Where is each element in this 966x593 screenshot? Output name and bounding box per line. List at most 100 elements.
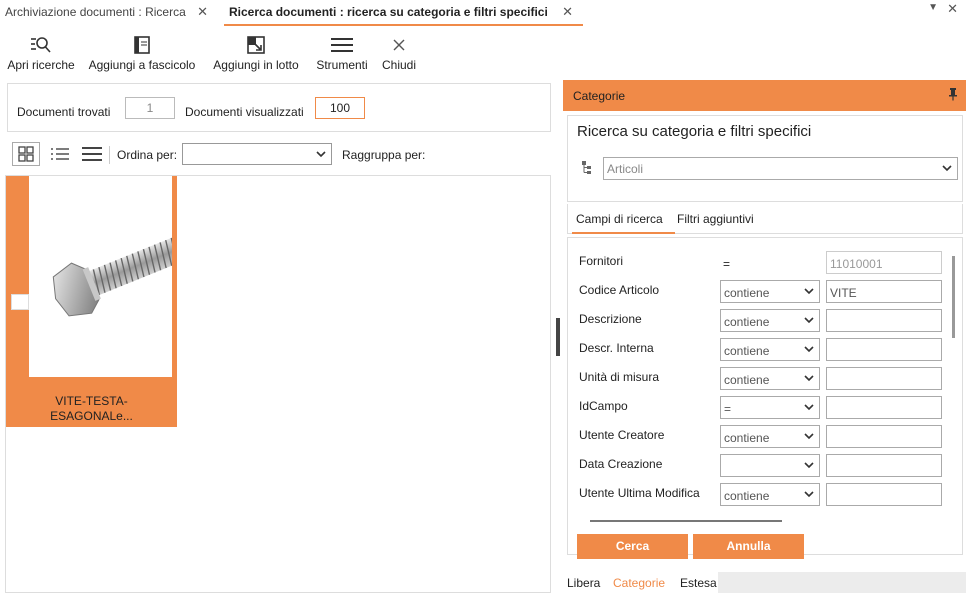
tab-strip-background bbox=[718, 572, 966, 593]
grid-view-button[interactable] bbox=[12, 142, 40, 166]
chiudi-button[interactable]: Chiudi bbox=[378, 34, 420, 74]
aggiungi-lotto-button[interactable]: Aggiungi in lotto bbox=[209, 34, 303, 74]
document-counts: Documenti trovati 1 Documenti visualizza… bbox=[7, 83, 551, 132]
search-list-icon bbox=[6, 34, 76, 56]
tree-icon bbox=[582, 161, 591, 174]
chevron-down-icon bbox=[804, 491, 814, 498]
search-field-row: Fornitori = 11010001 bbox=[568, 251, 944, 275]
search-field-row: IdCampo = bbox=[568, 396, 944, 420]
binder-icon bbox=[86, 34, 198, 56]
category-select[interactable]: Articoli bbox=[603, 157, 958, 180]
operator-text: = bbox=[723, 257, 731, 271]
documenti-visualizzati-label: Documenti visualizzati bbox=[185, 105, 304, 119]
operator-value: contiene bbox=[724, 431, 770, 445]
tab-estesa[interactable]: Estesa bbox=[680, 576, 717, 590]
list-view-button[interactable] bbox=[46, 142, 74, 166]
results-grid: VITE-TESTA- ESAGONALe... bbox=[5, 175, 551, 593]
field-value-input: 11010001 bbox=[826, 251, 942, 274]
field-value-input[interactable]: VITE bbox=[826, 280, 942, 303]
chiudi-label: Chiudi bbox=[381, 58, 417, 72]
panel-splitter-handle[interactable] bbox=[556, 318, 560, 356]
field-value-input[interactable] bbox=[826, 396, 942, 419]
field-label: Codice Articolo bbox=[579, 283, 660, 297]
field-value-input[interactable] bbox=[826, 338, 942, 361]
search-fields-list: Fornitori = 11010001 Codice Articolo contien… bbox=[567, 237, 963, 555]
batch-add-icon bbox=[209, 34, 303, 56]
strumenti-button[interactable]: Strumenti bbox=[313, 34, 371, 74]
documenti-visualizzati-field[interactable]: 100 bbox=[315, 97, 365, 119]
search-field-row: Unità di misura contiene bbox=[568, 367, 944, 391]
document-thumbnail[interactable] bbox=[29, 176, 172, 377]
operator-select[interactable]: contiene bbox=[720, 425, 820, 448]
chevron-down-icon bbox=[316, 151, 326, 158]
chevron-down-icon bbox=[804, 346, 814, 353]
pin-icon[interactable] bbox=[948, 87, 958, 101]
apri-ricerche-button[interactable]: Apri ricerche bbox=[6, 34, 76, 74]
chevron-down-icon bbox=[804, 404, 814, 411]
field-value-input[interactable] bbox=[826, 309, 942, 332]
horizontal-scrollbar[interactable] bbox=[590, 520, 782, 522]
detail-view-button[interactable] bbox=[78, 142, 106, 166]
search-field-row: Utente Creatore contiene bbox=[568, 425, 944, 449]
operator-select[interactable]: contiene bbox=[720, 483, 820, 506]
operator-select[interactable]: contiene bbox=[720, 309, 820, 332]
field-label: Utente Ultima Modifica bbox=[579, 486, 700, 500]
aggiungi-lotto-label: Aggiungi in lotto bbox=[213, 58, 299, 72]
field-value-input[interactable] bbox=[826, 454, 942, 477]
field-value: 11010001 bbox=[830, 257, 883, 271]
documenti-trovati-field: 1 bbox=[125, 97, 175, 119]
operator-value: = bbox=[724, 402, 732, 416]
tab-categorie[interactable]: Categorie bbox=[613, 576, 665, 590]
operator-select[interactable]: contiene bbox=[720, 338, 820, 361]
field-value-input[interactable] bbox=[826, 367, 942, 390]
field-label: Data Creazione bbox=[579, 457, 663, 471]
field-label: Fornitori bbox=[579, 254, 624, 268]
tab-ricerca-categoria[interactable]: Ricerca documenti : ricerca su categoria… bbox=[224, 0, 583, 26]
tab-archiviazione-ricerca[interactable]: Archiviazione documenti : Ricerca ✕ bbox=[0, 0, 218, 26]
annulla-button[interactable]: Annulla bbox=[693, 534, 804, 559]
result-card[interactable]: VITE-TESTA- ESAGONALe... bbox=[6, 176, 177, 427]
operator-value: contiene bbox=[724, 315, 770, 329]
chevron-down-icon bbox=[942, 165, 952, 172]
hamburger-icon bbox=[313, 34, 371, 56]
chevron-down-icon bbox=[804, 317, 814, 324]
category-selector-box: Ricerca su categoria e filtri specifici … bbox=[567, 115, 963, 202]
field-value-input[interactable] bbox=[826, 483, 942, 506]
aggiungi-fascicolo-label: Aggiungi a fascicolo bbox=[88, 58, 196, 72]
operator-value: contiene bbox=[724, 373, 770, 387]
search-field-row: Utente Ultima Modifica contiene bbox=[568, 483, 944, 507]
field-label: IdCampo bbox=[579, 399, 628, 413]
search-actions: Cerca Annulla bbox=[567, 532, 963, 564]
close-icon[interactable]: ✕ bbox=[562, 0, 573, 24]
raggruppa-per-label: Raggruppa per: bbox=[342, 148, 426, 162]
cerca-button[interactable]: Cerca bbox=[577, 534, 688, 559]
search-mode-tabs: Libera Categorie Estesa bbox=[563, 572, 718, 593]
field-label: Descrizione bbox=[579, 312, 642, 326]
ordina-per-select[interactable] bbox=[182, 143, 332, 165]
aggiungi-fascicolo-button[interactable]: Aggiungi a fascicolo bbox=[86, 34, 198, 74]
vertical-scrollbar[interactable] bbox=[952, 256, 955, 338]
screw-image bbox=[52, 231, 172, 317]
tab-libera[interactable]: Libera bbox=[567, 576, 600, 590]
operator-select[interactable]: contiene bbox=[720, 367, 820, 390]
grid-view-icon bbox=[18, 146, 34, 162]
caption-line: VITE-TESTA- bbox=[55, 394, 128, 408]
close-window-icon[interactable]: ✕ bbox=[947, 1, 958, 17]
apri-ricerche-label: Apri ricerche bbox=[7, 58, 75, 72]
close-icon[interactable]: ✕ bbox=[197, 0, 208, 24]
chevron-down-icon bbox=[804, 288, 814, 295]
operator-select[interactable]: contiene bbox=[720, 280, 820, 303]
document-tab-bar: Archiviazione documenti : Ricerca ✕ Rice… bbox=[0, 0, 966, 26]
operator-select[interactable] bbox=[720, 454, 820, 477]
tab-list-dropdown-icon[interactable]: ▼ bbox=[928, 2, 938, 13]
tab-campi-di-ricerca[interactable]: Campi di ricerca bbox=[572, 212, 675, 234]
search-tabs: Campi di ricerca Filtri aggiuntivi bbox=[567, 204, 963, 234]
select-checkbox[interactable] bbox=[11, 294, 29, 310]
tab-filtri-aggiuntivi[interactable]: Filtri aggiuntivi bbox=[677, 212, 754, 226]
tab-label: Archiviazione documenti : Ricerca bbox=[5, 5, 186, 19]
field-value-input[interactable] bbox=[826, 425, 942, 448]
toolbar-divider bbox=[109, 146, 110, 164]
search-field-row: Descr. Interna contiene bbox=[568, 338, 944, 362]
operator-select[interactable]: = bbox=[720, 396, 820, 419]
chevron-down-icon bbox=[804, 433, 814, 440]
